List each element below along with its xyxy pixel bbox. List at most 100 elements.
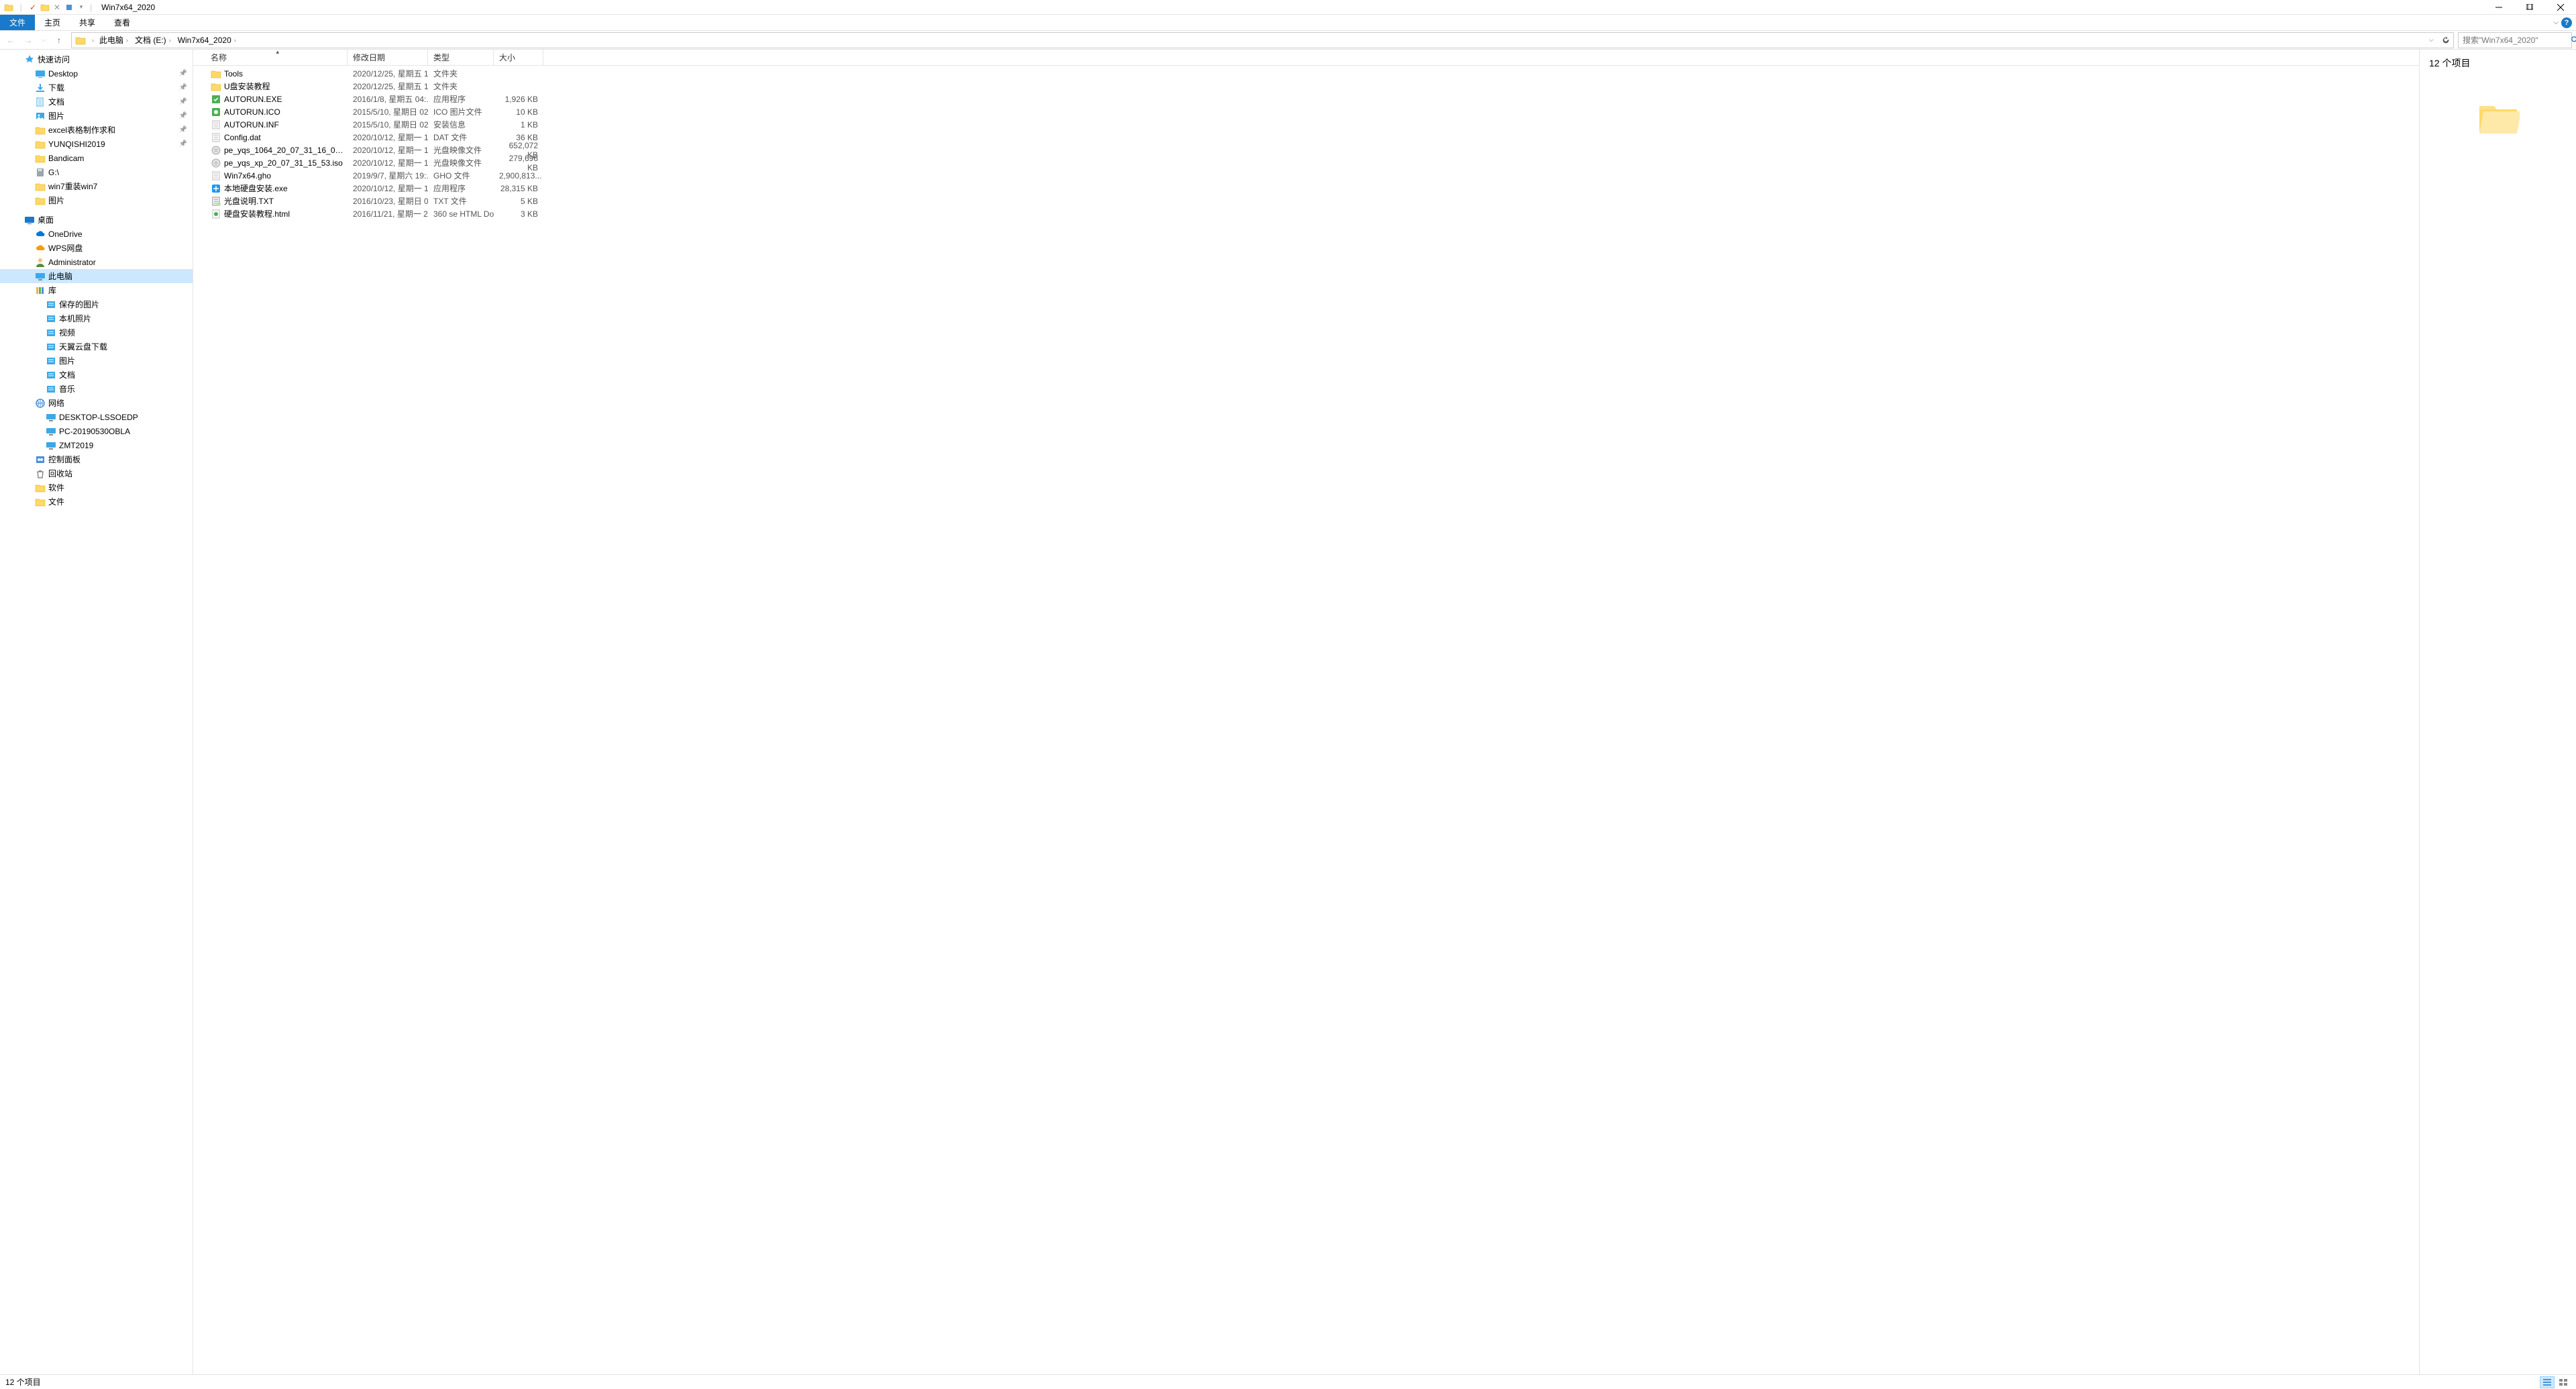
tree-item[interactable]: 保存的图片: [0, 297, 193, 311]
crumb-this-pc[interactable]: 此电脑›: [97, 33, 132, 48]
tree-item[interactable]: YUNQISHI2019📌: [0, 137, 193, 151]
file-row[interactable]: Tools2020/12/25, 星期五 1...文件夹: [193, 67, 2419, 80]
pin-icon: 📌: [179, 98, 187, 105]
back-button[interactable]: ←: [3, 32, 19, 48]
tree-label: 文件: [48, 496, 64, 507]
search-input[interactable]: [2459, 36, 2571, 45]
file-row[interactable]: U盘安装教程2020/12/25, 星期五 1...文件夹: [193, 80, 2419, 93]
minimize-button[interactable]: [2483, 0, 2514, 15]
file-row[interactable]: AUTORUN.EXE2016/1/8, 星期五 04:...应用程序1,926…: [193, 93, 2419, 105]
tree-item[interactable]: 视频: [0, 325, 193, 340]
col-header-date[interactable]: 修改日期: [347, 50, 428, 65]
tree-label: 快速访问: [38, 54, 70, 65]
view-details-button[interactable]: [2540, 1376, 2555, 1388]
search-box[interactable]: [2458, 32, 2572, 48]
ribbon-expand-icon[interactable]: ⌵: [2553, 19, 2559, 26]
tree-item[interactable]: WPS网盘: [0, 241, 193, 255]
tab-view[interactable]: 查看: [105, 15, 140, 30]
lib-item-icon: [46, 384, 56, 395]
tree-item[interactable]: 下载📌: [0, 81, 193, 95]
forward-button[interactable]: →: [20, 32, 36, 48]
tree-item[interactable]: win7重装win7: [0, 179, 193, 193]
tree-item[interactable]: G:\: [0, 165, 193, 179]
tree-item[interactable]: 桌面: [0, 213, 193, 227]
tree-item[interactable]: Desktop📌: [0, 66, 193, 81]
tree-label: 图片: [48, 195, 64, 206]
lib-item-icon: [46, 370, 56, 380]
new-folder-icon[interactable]: [40, 3, 50, 12]
maximize-button[interactable]: [2514, 0, 2545, 15]
file-date: 2016/1/8, 星期五 04:...: [347, 93, 428, 105]
file-list-pane: ▴名称 修改日期 类型 大小 Tools2020/12/25, 星期五 1...…: [193, 50, 2419, 1374]
file-row[interactable]: pe_yqs_xp_20_07_31_15_53.iso2020/10/12, …: [193, 156, 2419, 169]
file-row[interactable]: AUTORUN.ICO2015/5/10, 星期日 02...ICO 图片文件1…: [193, 105, 2419, 118]
folder-icon: [35, 125, 46, 136]
help-icon[interactable]: ?: [2561, 17, 2572, 28]
view-large-button[interactable]: [2556, 1376, 2571, 1388]
tree-item[interactable]: excel表格制作求和📌: [0, 123, 193, 137]
tree-item[interactable]: 此电脑: [0, 269, 193, 283]
crumb-current[interactable]: Win7x64_2020›: [175, 33, 240, 48]
refresh-button[interactable]: [2438, 33, 2453, 48]
tree-label: 库: [48, 285, 56, 296]
tree-item[interactable]: 网络: [0, 396, 193, 410]
tree-item[interactable]: 文件: [0, 495, 193, 509]
tree-item[interactable]: Bandicam: [0, 151, 193, 165]
file-name: Win7x64.gho: [224, 171, 271, 181]
file-type: GHO 文件: [428, 170, 494, 181]
tree-item[interactable]: 图片: [0, 354, 193, 368]
file-type: 应用程序: [428, 183, 494, 194]
qat-dropdown-icon[interactable]: ▾: [76, 3, 86, 12]
tree-item[interactable]: 天翼云盘下载: [0, 340, 193, 354]
file-row[interactable]: AUTORUN.INF2015/5/10, 星期日 02...安装信息1 KB: [193, 118, 2419, 131]
col-header-name[interactable]: ▴名称: [205, 50, 347, 65]
network-icon: [35, 398, 46, 409]
tree-item[interactable]: 文档: [0, 368, 193, 382]
tree-item[interactable]: DESKTOP-LSSOEDP: [0, 410, 193, 424]
file-type: 360 se HTML Do...: [428, 209, 494, 219]
pin-icon: 📌: [179, 112, 187, 119]
tree-item[interactable]: 文档📌: [0, 95, 193, 109]
file-row[interactable]: 光盘说明.TXT2016/10/23, 星期日 0...TXT 文件5 KB: [193, 195, 2419, 207]
tree-item[interactable]: 图片: [0, 193, 193, 207]
navigation-pane[interactable]: 快速访问Desktop📌下载📌文档📌图片📌excel表格制作求和📌YUNQISH…: [0, 50, 193, 1374]
crumb-drive[interactable]: 文档 (E:)›: [132, 33, 175, 48]
tree-item[interactable]: 音乐: [0, 382, 193, 396]
tab-home[interactable]: 主页: [35, 15, 70, 30]
tree-item[interactable]: Administrator: [0, 255, 193, 269]
tab-share[interactable]: 共享: [70, 15, 105, 30]
undo-icon[interactable]: ✕: [52, 3, 62, 12]
tree-item[interactable]: 图片📌: [0, 109, 193, 123]
pc-icon: [35, 271, 46, 282]
tree-item[interactable]: ZMT2019: [0, 438, 193, 452]
file-rows[interactable]: Tools2020/12/25, 星期五 1...文件夹U盘安装教程2020/1…: [193, 66, 2419, 1374]
properties-icon[interactable]: ✓: [28, 3, 38, 12]
up-button[interactable]: ↑: [51, 32, 67, 48]
recent-dropdown[interactable]: ⌵: [38, 32, 50, 48]
crumb-root-sep[interactable]: ›: [89, 37, 97, 44]
inf-icon: [211, 119, 221, 130]
tree-item[interactable]: 快速访问: [0, 52, 193, 66]
tree-item[interactable]: 库: [0, 283, 193, 297]
ico-green-icon: [211, 107, 221, 117]
file-row[interactable]: 硬盘安装教程.html2016/11/21, 星期一 2...360 se HT…: [193, 207, 2419, 220]
address-bar[interactable]: › 此电脑› 文档 (E:)› Win7x64_2020› ⌵: [71, 32, 2454, 48]
tree-item[interactable]: 软件: [0, 480, 193, 495]
file-row[interactable]: Win7x64.gho2019/9/7, 星期六 19:...GHO 文件2,9…: [193, 169, 2419, 182]
col-header-size[interactable]: 大小: [494, 50, 543, 65]
redo-icon[interactable]: [64, 3, 74, 12]
col-header-type[interactable]: 类型: [428, 50, 494, 65]
tab-file[interactable]: 文件: [0, 15, 35, 30]
address-dropdown-icon[interactable]: ⌵: [2424, 33, 2438, 48]
file-row[interactable]: 本地硬盘安装.exe2020/10/12, 星期一 1...应用程序28,315…: [193, 182, 2419, 195]
tree-item[interactable]: 回收站: [0, 466, 193, 480]
file-name: AUTORUN.EXE: [224, 95, 282, 104]
quick-access-toolbar: | ✓ ✕ ▾ | Win7x64_2020: [0, 3, 155, 12]
tree-item[interactable]: OneDrive: [0, 227, 193, 241]
tree-item[interactable]: PC-20190530OBLA: [0, 424, 193, 438]
search-icon[interactable]: [2571, 36, 2576, 45]
tree-item[interactable]: 控制面板: [0, 452, 193, 466]
tree-item[interactable]: 本机照片: [0, 311, 193, 325]
close-button[interactable]: [2545, 0, 2576, 15]
file-date: 2016/10/23, 星期日 0...: [347, 195, 428, 207]
